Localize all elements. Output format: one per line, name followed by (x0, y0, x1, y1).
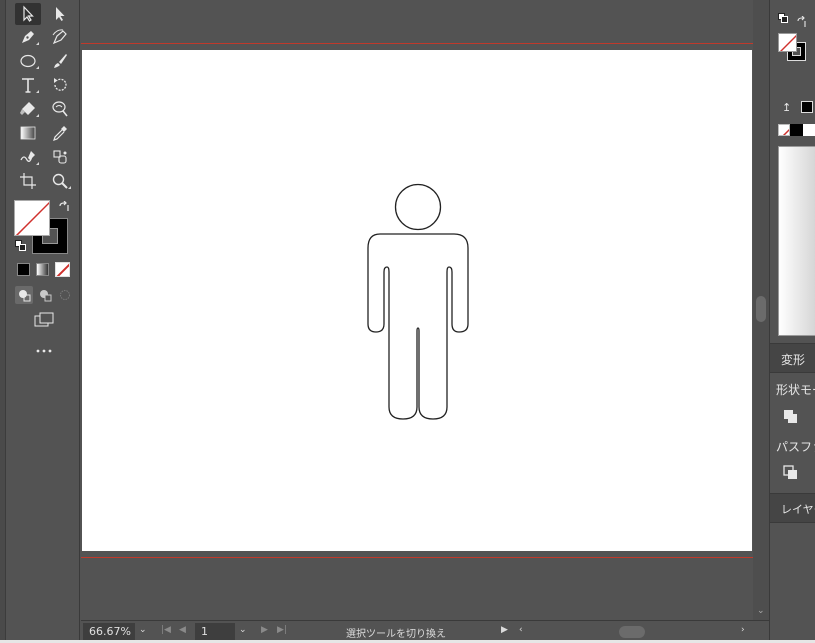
screen-mode-icon[interactable] (32, 311, 56, 329)
last-artboard-icon[interactable]: ▶| (277, 625, 287, 635)
direct-selection-tool-icon[interactable] (47, 3, 73, 25)
layers-tab-label: レイヤー (781, 503, 815, 516)
artboard-number-field[interactable]: 1 (195, 623, 235, 641)
gradient-mode-button[interactable] (36, 263, 49, 276)
curvature-tool-icon[interactable] (47, 26, 73, 48)
first-artboard-icon[interactable]: |◀ (161, 625, 171, 635)
pathfinder-label: パスファ (776, 440, 815, 454)
tools-panel (0, 0, 80, 643)
swap-fill-stroke-icon[interactable] (57, 200, 71, 214)
horizontal-scroll-thumb[interactable] (619, 626, 645, 638)
document-canvas[interactable] (81, 0, 753, 620)
draw-normal-icon[interactable] (15, 286, 33, 304)
more-dots-icon[interactable] (34, 342, 54, 354)
out-of-gamut-icon[interactable]: ↥ (782, 101, 791, 114)
paintbrush-tool-icon[interactable] (47, 50, 73, 72)
color-spectrum[interactable] (778, 146, 815, 336)
next-artboard-icon[interactable]: ▶ (261, 625, 268, 635)
illustrator-window: ⌄ ↥ 変形 形状モー パスファ (0, 0, 815, 643)
bleed-line-top (81, 43, 753, 44)
artboard[interactable] (82, 50, 752, 551)
vertical-scrollbar[interactable]: ⌄ (753, 0, 769, 620)
zoom-dropdown-icon[interactable]: ⌄ (139, 625, 147, 635)
none-mode-button[interactable] (55, 262, 70, 277)
transform-tab-label: 変形 (781, 353, 806, 367)
type-tool-icon[interactable] (15, 74, 41, 96)
right-panel: ↥ 変形 形状モー パスファ レイヤー (769, 0, 815, 643)
none-swatch[interactable] (778, 124, 790, 136)
swap-colors-icon[interactable] (796, 13, 808, 27)
default-fill-stroke-icon[interactable] (15, 240, 27, 252)
zoom-tool-icon[interactable] (47, 170, 73, 192)
draw-inside-icon[interactable] (56, 286, 74, 304)
shape-modes-label: 形状モー (776, 383, 815, 397)
eyedropper-tool-icon[interactable] (47, 122, 73, 144)
shaper-tool-icon[interactable] (15, 146, 41, 168)
color-mode-button[interactable] (17, 263, 30, 276)
symbol-sprayer-tool-icon[interactable] (47, 146, 73, 168)
previous-artboard-icon[interactable]: ◀ (179, 625, 186, 635)
scroll-down-icon[interactable]: ⌄ (757, 606, 765, 616)
ellipse-tool-icon[interactable] (15, 50, 41, 72)
bleed-line-bottom (81, 557, 753, 558)
artboard-tool-icon[interactable] (15, 170, 41, 192)
selection-tool-icon[interactable] (15, 3, 41, 25)
status-menu-icon[interactable]: ▶ (501, 625, 508, 635)
person-figure-artwork[interactable] (366, 183, 470, 421)
artboard-dropdown-icon[interactable]: ⌄ (239, 625, 247, 635)
divide-shape-icon[interactable] (783, 465, 799, 481)
layers-panel-tab[interactable]: レイヤー (770, 493, 815, 523)
toolbar-edge (0, 0, 6, 643)
white-ramp-swatch[interactable] (803, 124, 815, 136)
scroll-left-icon[interactable]: ‹ (519, 625, 523, 635)
draw-behind-icon[interactable] (36, 286, 54, 304)
panel-fill-swatch[interactable] (778, 33, 797, 52)
black-swatch[interactable] (801, 101, 813, 113)
vertical-scroll-thumb[interactable] (756, 296, 766, 322)
zoom-field[interactable]: 66.67% (83, 623, 135, 641)
unite-shape-icon[interactable] (783, 409, 799, 425)
default-colors-icon[interactable] (778, 13, 789, 24)
black-ramp-swatch[interactable] (790, 124, 803, 136)
rotate-tool-icon[interactable] (47, 74, 73, 96)
eraser-tool-icon[interactable] (15, 98, 41, 120)
scroll-right-icon[interactable]: › (741, 625, 745, 635)
warp-tool-icon[interactable] (47, 98, 73, 120)
status-message[interactable]: 選択ツールを切り換え (346, 625, 446, 640)
gradient-tool-icon[interactable] (15, 122, 41, 144)
transform-panel-tab[interactable]: 変形 (770, 343, 815, 373)
pen-tool-icon[interactable] (15, 26, 41, 48)
fill-swatch-front[interactable] (14, 200, 50, 236)
